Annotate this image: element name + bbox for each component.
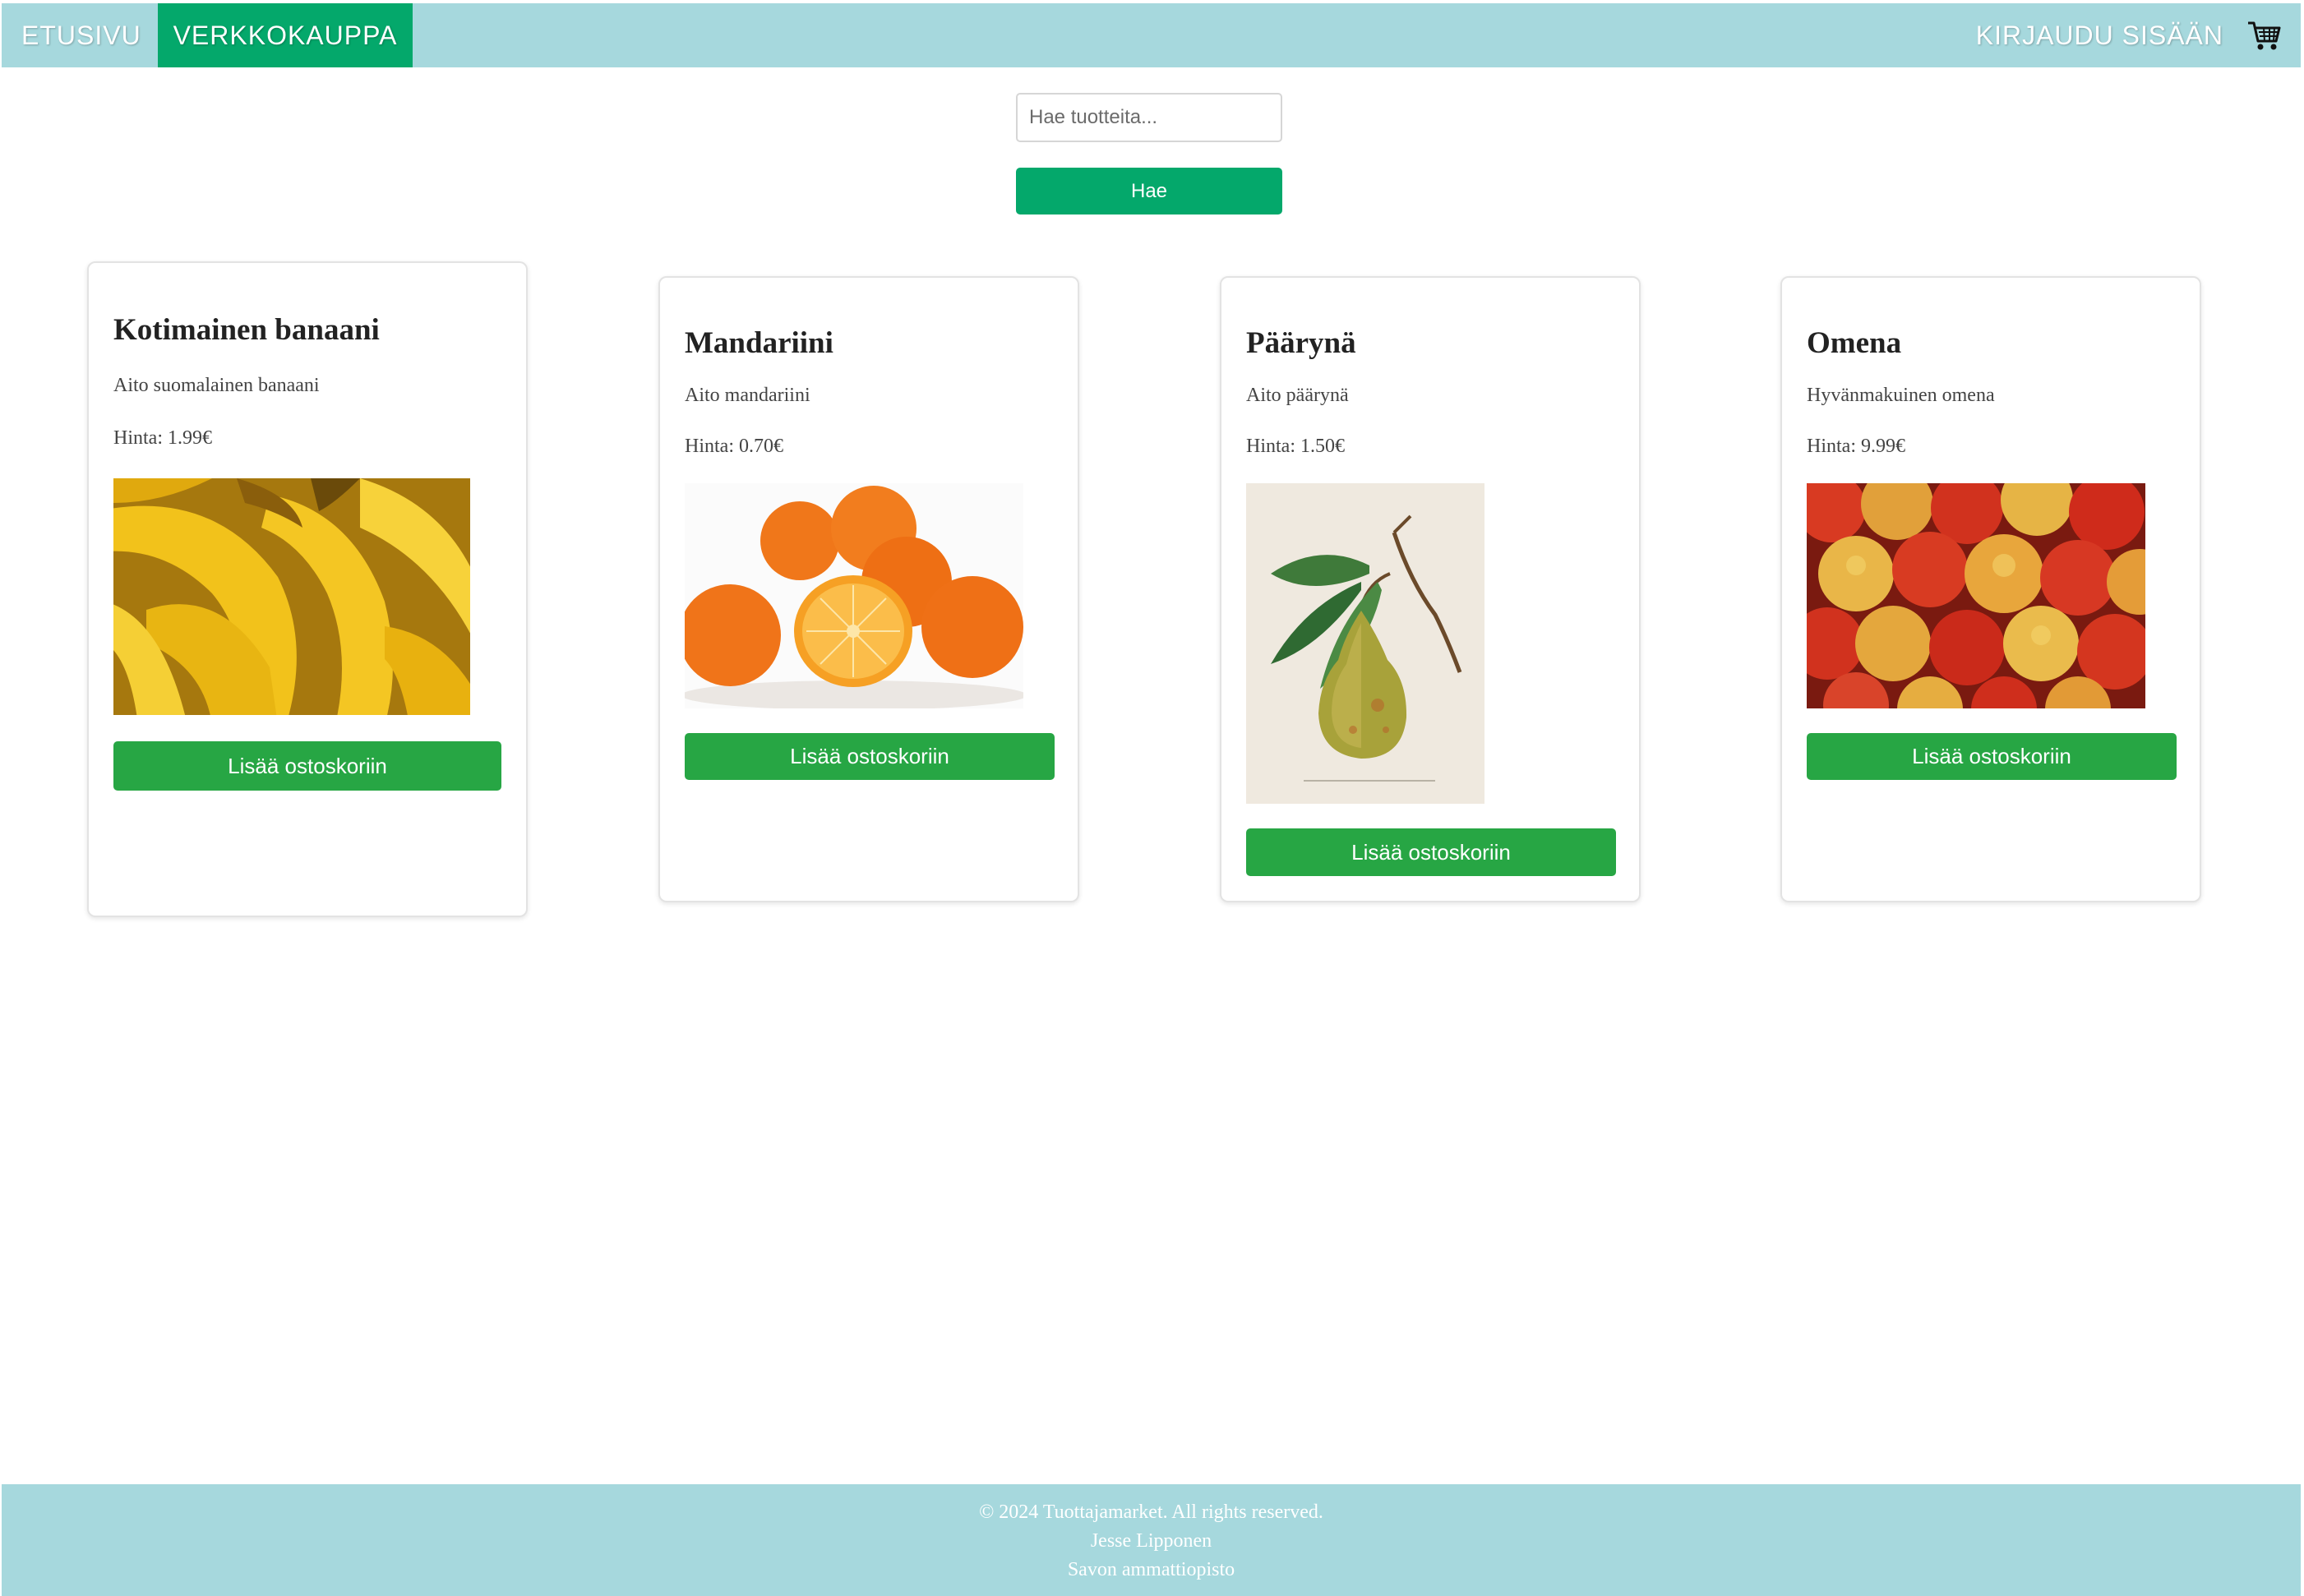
product-image-bananas (113, 478, 470, 715)
product-price: Hinta: 1.50€ (1246, 436, 1345, 457)
footer: © 2024 Tuottajamarket. All rights reserv… (2, 1484, 2301, 1596)
product-title: Mandariini (685, 326, 833, 360)
product-price: Hinta: 9.99€ (1807, 436, 1905, 457)
footer-copyright: © 2024 Tuottajamarket. All rights reserv… (979, 1501, 1323, 1523)
add-to-cart-button[interactable]: Lisää ostoskoriin (1246, 828, 1616, 876)
page: ETUSIVU VERKKOKAUPPA KIRJAUDU SISÄÄN Hae… (0, 0, 2304, 1596)
product-description: Hyvänmakuinen omena (1807, 385, 1995, 406)
shopping-cart-icon[interactable] (2246, 20, 2283, 53)
search-input[interactable] (1016, 93, 1282, 142)
product-title: Päärynä (1246, 326, 1356, 360)
product-image-pear-illustration (1246, 483, 1484, 804)
top-navbar: ETUSIVU VERKKOKAUPPA KIRJAUDU SISÄÄN (2, 3, 2301, 67)
product-card: Kotimainen banaani Aito suomalainen bana… (87, 261, 528, 917)
product-description: Aito mandariini (685, 385, 810, 406)
product-price: Hinta: 0.70€ (685, 436, 783, 457)
add-to-cart-button[interactable]: Lisää ostoskoriin (1807, 733, 2177, 780)
nav-link-login[interactable]: KIRJAUDU SISÄÄN (1976, 3, 2223, 67)
product-card: Päärynä Aito päärynä Hinta: 1.50€ Lisää … (1220, 276, 1641, 902)
product-image-apples (1807, 483, 2145, 708)
search-button[interactable]: Hae (1016, 168, 1282, 214)
product-card: Omena Hyvänmakuinen omena Hinta: 9.99€ L… (1780, 276, 2201, 902)
nav-link-shop[interactable]: VERKKOKAUPPA (158, 3, 413, 67)
product-image-oranges (685, 483, 1023, 708)
add-to-cart-button[interactable]: Lisää ostoskoriin (113, 741, 501, 791)
product-price: Hinta: 1.99€ (113, 427, 212, 449)
product-title: Omena (1807, 326, 1902, 360)
footer-author: Jesse Lipponen (1090, 1530, 1212, 1552)
product-title: Kotimainen banaani (113, 313, 380, 347)
product-description: Aito suomalainen banaani (113, 375, 320, 396)
footer-school: Savon ammattiopisto (1067, 1559, 1235, 1580)
add-to-cart-button[interactable]: Lisää ostoskoriin (685, 733, 1055, 780)
product-description: Aito päärynä (1246, 385, 1349, 406)
product-card: Mandariini Aito mandariini Hinta: 0.70€ (658, 276, 1079, 902)
nav-link-home[interactable]: ETUSIVU (21, 3, 141, 67)
